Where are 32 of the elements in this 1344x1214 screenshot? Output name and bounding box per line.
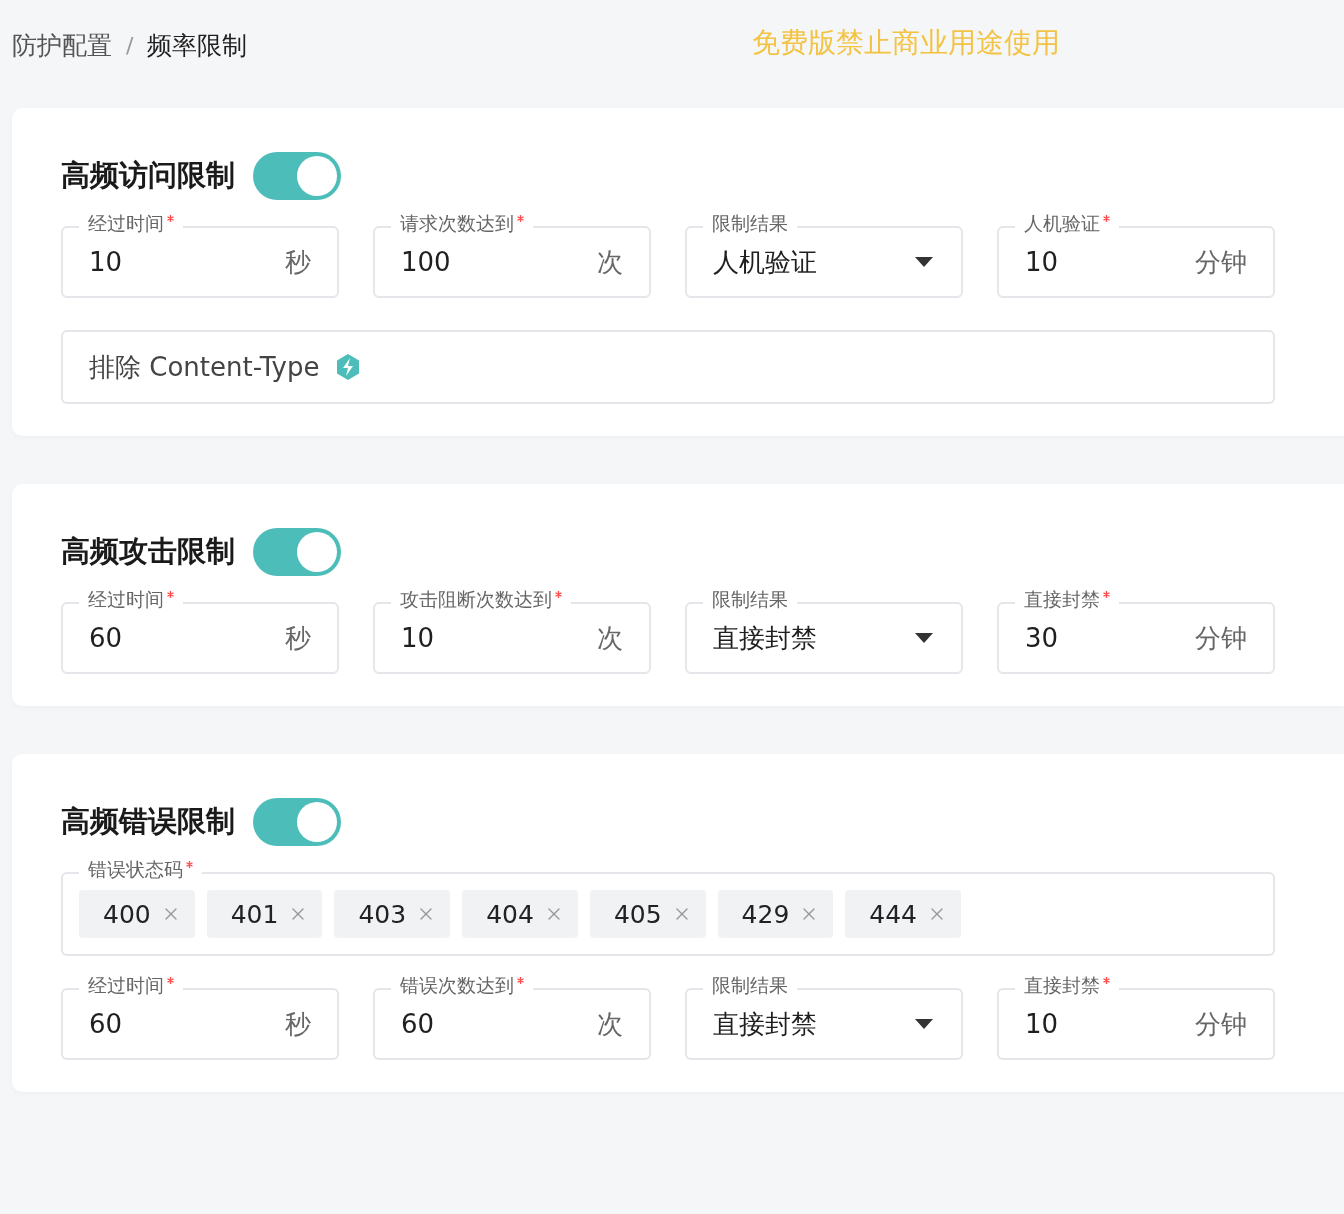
required-mark-icon bbox=[1103, 215, 1110, 222]
required-mark-icon bbox=[186, 861, 193, 868]
breadcrumb-item[interactable]: 防护配置 bbox=[12, 28, 112, 62]
breadcrumb-item: 频率限制 bbox=[147, 29, 248, 62]
hexagon-bolt-icon bbox=[335, 353, 362, 381]
toggle-switch[interactable] bbox=[253, 528, 341, 576]
toggle-switch[interactable] bbox=[253, 798, 341, 846]
status-code-tag: 404 bbox=[462, 890, 578, 938]
required-mark-icon bbox=[555, 591, 562, 598]
status-code-tag: 403 bbox=[334, 890, 451, 938]
required-mark-icon bbox=[1103, 591, 1110, 598]
caret-icon bbox=[915, 633, 933, 643]
status-code-tag: 405 bbox=[589, 890, 706, 938]
required-mark-icon bbox=[1103, 977, 1110, 984]
notice-text: 免费版禁止商业用途使用 bbox=[752, 25, 1060, 61]
status-code-tag: 401 bbox=[206, 890, 323, 938]
section-title: 高频错误限制 bbox=[61, 803, 235, 840]
required-mark-icon bbox=[167, 977, 174, 984]
required-mark-icon bbox=[167, 591, 174, 598]
caret-icon bbox=[915, 257, 933, 267]
section-title: 高频访问限制 bbox=[61, 157, 235, 194]
status-code-tag: 444 bbox=[845, 890, 962, 938]
required-mark-icon bbox=[517, 977, 524, 984]
content-type-input-field[interactable]: 排除 Content-Type bbox=[61, 330, 1275, 404]
section-title: 高频攻击限制 bbox=[61, 533, 235, 570]
breadcrumb-separator: / bbox=[126, 32, 134, 58]
required-mark-icon bbox=[517, 215, 524, 222]
required-mark-icon bbox=[167, 215, 174, 222]
toggle-switch[interactable] bbox=[253, 152, 341, 200]
status-code-tag: 429 bbox=[717, 890, 834, 938]
status-code-tag: 400 bbox=[79, 890, 195, 938]
caret-icon bbox=[915, 1019, 933, 1029]
